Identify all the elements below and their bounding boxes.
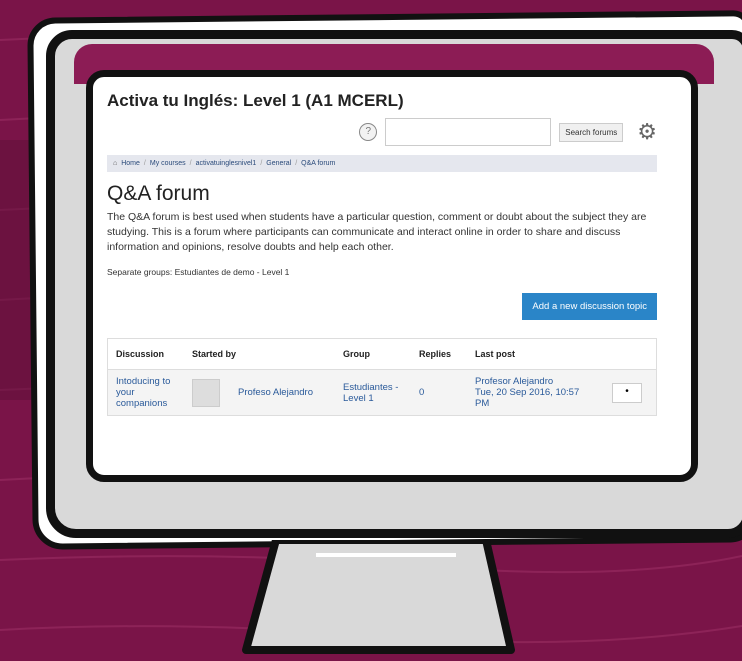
- groups-label: Separate groups: Estudiantes de demo - L…: [107, 267, 290, 277]
- replies-count[interactable]: 0: [419, 387, 424, 398]
- group-link[interactable]: Estudiantes - Level 1: [343, 382, 398, 404]
- gear-icon[interactable]: ⚙: [637, 121, 657, 143]
- page-title: Q&A forum: [107, 182, 210, 205]
- started-by-cell: Profeso Alejandro: [184, 369, 335, 416]
- started-by-link[interactable]: Profeso Alejandro: [238, 387, 313, 398]
- forum-page: Activa tu Inglés: Level 1 (A1 MCERL) ? S…: [107, 91, 657, 416]
- discussion-cell: Intoducing to your companions: [107, 369, 184, 416]
- last-post-author[interactable]: Profesor Alejandro: [475, 376, 596, 387]
- group-cell: Estudiantes - Level 1: [335, 369, 411, 416]
- table-header-row: Discussion Started by Group Replies Last…: [107, 338, 657, 370]
- question-circle-icon[interactable]: ?: [359, 123, 378, 141]
- home-icon[interactable]: ⌂: [113, 160, 117, 167]
- actions-cell: •: [604, 369, 657, 416]
- monitor-stand: [242, 540, 515, 654]
- forum-intro: The Q&A forum is best used when students…: [107, 211, 647, 253]
- replies-cell: 0: [411, 369, 467, 416]
- column-header-replies[interactable]: Replies: [411, 338, 467, 370]
- add-discussion-topic-button[interactable]: Add a new discussion topic: [522, 293, 657, 320]
- breadcrumb-separator: /: [189, 160, 192, 167]
- breadcrumb-separator: /: [143, 160, 146, 167]
- breadcrumb-course[interactable]: activatuinglesnivel1: [196, 160, 257, 167]
- breadcrumb: ⌂ Home / My courses / activatuinglesnive…: [107, 155, 657, 172]
- breadcrumb-forum[interactable]: Q&A forum: [301, 160, 335, 167]
- breadcrumb-separator: /: [260, 160, 263, 167]
- search-forums-button[interactable]: Search forums: [559, 122, 624, 142]
- table-row: Intoducing to your companions Profeso Al…: [107, 369, 657, 416]
- add-topic-row: Add a new discussion topic: [107, 293, 657, 320]
- site-title[interactable]: Activa tu Inglés: Level 1 (A1 MCERL): [107, 91, 657, 111]
- row-menu-button[interactable]: •: [612, 382, 642, 403]
- column-header-started-by[interactable]: Started by: [184, 338, 335, 370]
- column-header-actions: [604, 338, 657, 370]
- discussion-link[interactable]: Intoducing to your companions: [116, 376, 170, 409]
- column-header-last-post[interactable]: Last post: [467, 338, 604, 370]
- breadcrumb-general[interactable]: General: [266, 160, 291, 167]
- header-toolbar: ? Search forums ⚙: [107, 117, 657, 147]
- column-header-group[interactable]: Group: [335, 338, 411, 370]
- search-input[interactable]: [385, 118, 552, 146]
- breadcrumb-separator: /: [295, 160, 298, 167]
- avatar[interactable]: [192, 378, 220, 407]
- monitor-screen: Activa tu Inglés: Level 1 (A1 MCERL) ? S…: [86, 70, 698, 482]
- breadcrumb-home[interactable]: Home: [121, 160, 140, 167]
- last-post-date[interactable]: Tue, 20 Sep 2016, 10:57 PM: [475, 387, 596, 409]
- last-post-cell: Profesor Alejandro Tue, 20 Sep 2016, 10:…: [467, 369, 604, 416]
- discussion-table: Discussion Started by Group Replies Last…: [107, 338, 657, 416]
- column-header-discussion[interactable]: Discussion: [107, 338, 184, 370]
- breadcrumb-my-courses[interactable]: My courses: [150, 160, 186, 167]
